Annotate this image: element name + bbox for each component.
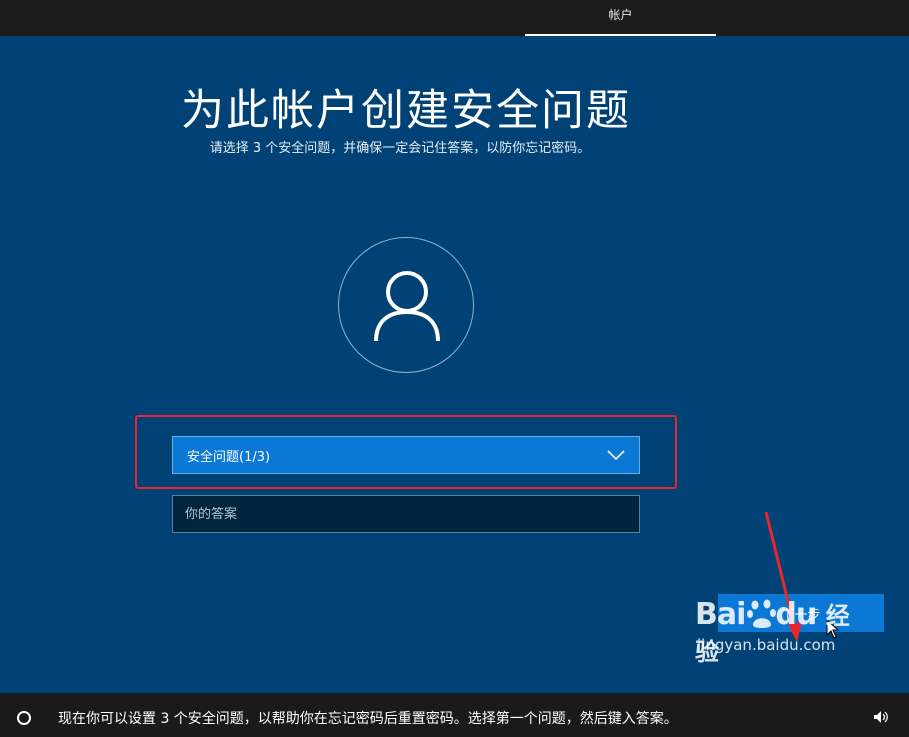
page-title: 为此帐户创建安全问题 xyxy=(181,86,631,136)
page-subtitle: 请选择 3 个安全问题，并确保一定会记住答案，以防你忘记密码。 xyxy=(209,141,591,156)
status-bar: 现在你可以设置 3 个安全问题，以帮助你在忘记密码后重置密码。选择第一个问题，然… xyxy=(0,693,909,737)
answer-input[interactable] xyxy=(172,495,640,533)
volume-icon[interactable] xyxy=(873,710,889,724)
mouse-cursor-icon xyxy=(826,619,840,639)
security-question-selected: 安全问题(1/3) xyxy=(187,449,271,465)
tab-account-label: 帐户 xyxy=(608,8,633,22)
next-button[interactable]: 下一步 xyxy=(718,594,884,632)
security-question-dropdown[interactable]: 安全问题(1/3) xyxy=(172,436,640,474)
status-message: 现在你可以设置 3 个安全问题，以帮助你在忘记密码后重置密码。选择第一个问题，然… xyxy=(58,711,678,727)
tab-account[interactable]: 帐户 xyxy=(525,0,716,36)
avatar xyxy=(338,237,474,373)
chevron-down-icon xyxy=(607,450,625,460)
narrator-circle-icon[interactable] xyxy=(17,711,31,725)
user-icon xyxy=(374,271,440,342)
top-bar: 帐户 xyxy=(0,0,909,36)
